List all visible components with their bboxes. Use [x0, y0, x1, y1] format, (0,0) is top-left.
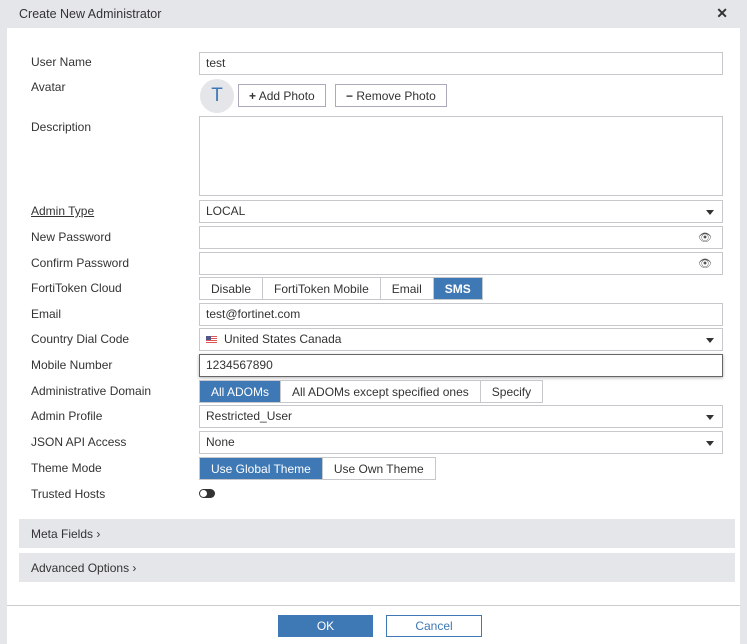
add-photo-label: Add Photo [258, 89, 315, 103]
description-textarea[interactable] [199, 116, 723, 196]
minus-icon: − [346, 89, 354, 103]
close-icon[interactable]: ✕ [716, 5, 728, 22]
label-theme: Theme Mode [31, 461, 102, 475]
country-select[interactable]: United States Canada [199, 328, 723, 351]
ok-button[interactable]: OK [278, 615, 373, 637]
avatar: T [200, 79, 234, 113]
label-fortitoken: FortiToken Cloud [31, 281, 122, 295]
label-adom: Administrative Domain [31, 384, 152, 398]
plus-icon: + [249, 89, 257, 103]
mobile-number-input[interactable]: 1234567890 [199, 354, 723, 377]
fortitoken-toggle: Disable FortiToken Mobile Email SMS [199, 277, 483, 300]
option-all-except[interactable]: All ADOMs except specified ones [281, 381, 481, 402]
remove-photo-button[interactable]: − Remove Photo [335, 84, 447, 107]
new-password-input[interactable]: 👁 [199, 226, 723, 249]
option-own-theme[interactable]: Use Own Theme [323, 458, 435, 479]
confirm-password-input[interactable]: 👁 [199, 252, 723, 275]
meta-fields-section[interactable]: Meta Fields › [19, 519, 735, 548]
label-json: JSON API Access [31, 435, 127, 449]
meta-fields-label: Meta Fields [31, 527, 94, 541]
advanced-options-label: Advanced Options [31, 561, 130, 575]
advanced-options-section[interactable]: Advanced Options › [19, 553, 735, 582]
label-new-password: New Password [31, 230, 112, 244]
label-avatar: Avatar [31, 80, 66, 94]
option-disable[interactable]: Disable [200, 278, 264, 299]
chevron-right-icon: › [96, 527, 101, 541]
json-api-select[interactable]: None [199, 431, 723, 454]
chevron-right-icon: › [132, 561, 137, 575]
add-photo-button[interactable]: + Add Photo [238, 84, 326, 107]
country-value: United States Canada [224, 332, 342, 346]
label-admin-type[interactable]: Admin Type [31, 204, 94, 218]
email-input[interactable]: test@fortinet.com [199, 303, 723, 326]
option-email[interactable]: Email [381, 278, 434, 299]
label-country: Country Dial Code [31, 332, 130, 346]
trusted-hosts-toggle[interactable] [199, 489, 215, 498]
dialog-title: Create New Administrator [19, 7, 162, 21]
option-fortitoken-mobile[interactable]: FortiToken Mobile [263, 278, 381, 299]
option-specify[interactable]: Specify [481, 381, 542, 402]
dialog-header: Create New Administrator ✕ [0, 0, 747, 28]
label-profile: Admin Profile [31, 409, 103, 423]
label-email: Email [31, 307, 62, 321]
label-trusted: Trusted Hosts [31, 487, 106, 501]
theme-toggle: Use Global Theme Use Own Theme [199, 457, 436, 480]
eye-icon[interactable]: 👁 [698, 257, 712, 270]
footer-divider [7, 605, 740, 606]
us-flag-icon [206, 336, 217, 343]
label-confirm-password: Confirm Password [31, 256, 130, 270]
label-user-name: User Name [31, 55, 92, 69]
eye-icon[interactable]: 👁 [698, 231, 712, 244]
admin-type-select[interactable]: LOCAL [199, 200, 723, 223]
option-all-adoms[interactable]: All ADOMs [200, 381, 282, 402]
option-sms[interactable]: SMS [433, 278, 482, 299]
cancel-button[interactable]: Cancel [386, 615, 482, 637]
label-mobile: Mobile Number [31, 358, 113, 372]
label-description: Description [31, 120, 92, 134]
adom-toggle: All ADOMs All ADOMs except specified one… [199, 380, 544, 403]
remove-photo-label: Remove Photo [356, 89, 436, 103]
admin-profile-select[interactable]: Restricted_User [199, 405, 723, 428]
user-name-input[interactable]: test [199, 52, 723, 75]
option-global-theme[interactable]: Use Global Theme [200, 458, 323, 479]
